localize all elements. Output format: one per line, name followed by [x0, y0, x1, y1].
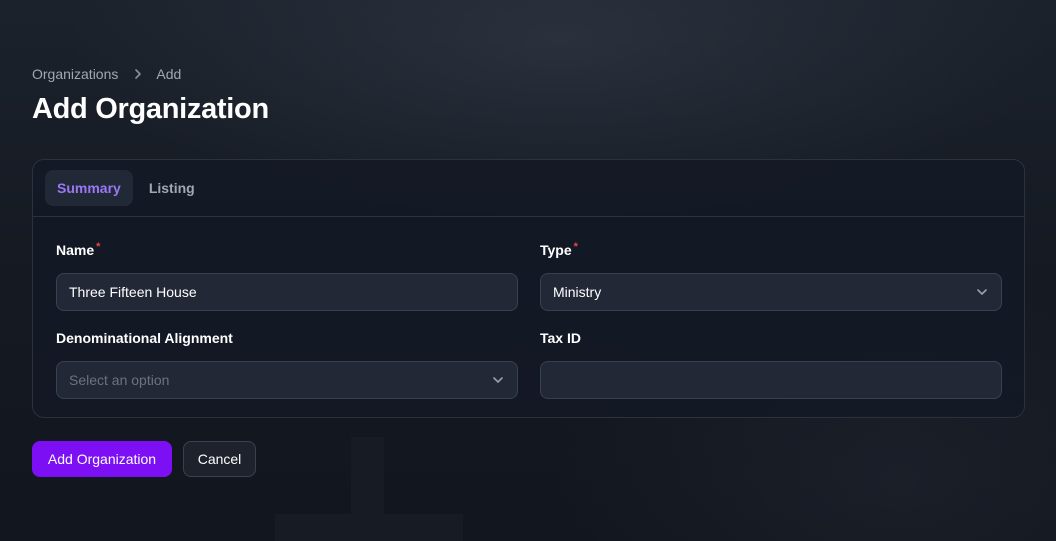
chevron-down-icon: [493, 377, 503, 383]
tab-bar: Summary Listing: [33, 160, 1024, 217]
name-label: Name *: [56, 242, 518, 260]
chevron-right-icon: [128, 65, 148, 83]
breadcrumb-item-add: Add: [156, 66, 182, 82]
tab-summary[interactable]: Summary: [45, 170, 133, 206]
name-required-marker: *: [96, 241, 101, 253]
name-label-text: Name: [56, 242, 95, 258]
organization-form-card: Summary Listing Name * Three Fifteen Hou…: [32, 159, 1025, 418]
breadcrumb: Organizations Add: [32, 65, 181, 83]
denomination-select[interactable]: Select an option: [56, 361, 518, 399]
organization-form: Name * Three Fifteen House Type * Minist…: [33, 217, 1024, 417]
tax-id-label: Tax ID: [540, 330, 1002, 348]
type-select[interactable]: Ministry: [540, 273, 1002, 311]
page-title: Add Organization: [32, 93, 269, 125]
type-select-value: Ministry: [553, 284, 602, 300]
denomination-label-text: Denominational Alignment: [56, 330, 233, 346]
type-required-marker: *: [573, 241, 578, 253]
name-input[interactable]: Three Fifteen House: [56, 273, 518, 311]
type-label-text: Type: [540, 242, 572, 258]
tax-id-field-group: Tax ID: [540, 330, 1002, 399]
type-label: Type *: [540, 242, 1002, 260]
name-input-value: Three Fifteen House: [69, 284, 197, 300]
add-organization-button[interactable]: Add Organization: [32, 441, 172, 477]
chevron-down-icon: [977, 289, 987, 295]
tax-id-input[interactable]: [540, 361, 1002, 399]
name-field-group: Name * Three Fifteen House: [56, 242, 518, 311]
background-cross-horizontal: [275, 514, 463, 541]
type-field-group: Type * Ministry: [540, 242, 1002, 311]
denomination-field-group: Denominational Alignment Select an optio…: [56, 330, 518, 399]
tab-listing[interactable]: Listing: [137, 170, 207, 206]
denomination-select-placeholder: Select an option: [69, 372, 170, 388]
form-actions: Add Organization Cancel: [32, 441, 256, 477]
tax-id-label-text: Tax ID: [540, 330, 581, 346]
denomination-label: Denominational Alignment: [56, 330, 518, 348]
breadcrumb-item-organizations[interactable]: Organizations: [32, 66, 118, 82]
cancel-button[interactable]: Cancel: [183, 441, 256, 477]
